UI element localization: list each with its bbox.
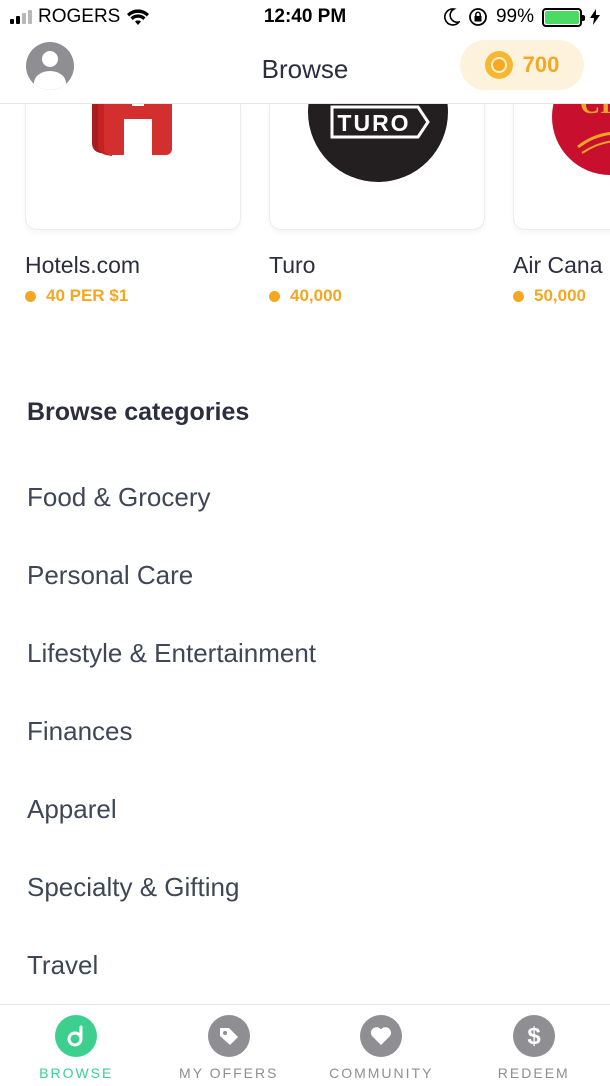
points-dot-icon (269, 290, 280, 302)
category-item-travel[interactable]: Travel (0, 926, 610, 1004)
partner-points-value: 40,000 (290, 286, 342, 305)
rotation-lock-icon (469, 8, 487, 26)
partner-points: 40 PER $1 (25, 286, 128, 306)
points-balance: 700 (522, 52, 560, 77)
points-balance-button[interactable]: 700 (460, 40, 584, 90)
status-bar: ROGERS 12:40 PM 99% (0, 0, 610, 34)
tab-label: BROWSE (39, 1065, 114, 1081)
tab-label: MY OFFERS (179, 1065, 279, 1081)
tab-redeem[interactable]: $ REDEEM (458, 1005, 610, 1086)
moon-icon (444, 8, 460, 26)
tab-community[interactable]: COMMUNITY (305, 1005, 458, 1086)
air-canada-logo-icon: CI (552, 104, 610, 175)
category-item-apparel[interactable]: Apparel (0, 770, 610, 848)
category-list: Food & Grocery Personal Care Lifestyle &… (0, 458, 610, 1004)
tab-my-offers[interactable]: MY OFFERS (153, 1005, 306, 1086)
dollar-icon: $ (512, 1015, 555, 1057)
points-dot-icon (25, 290, 36, 302)
tab-label: REDEEM (497, 1065, 570, 1081)
partner-name: Hotels.com (25, 252, 141, 278)
partner-card-air-canada[interactable]: CI (513, 104, 610, 230)
battery-icon (542, 7, 585, 27)
turo-logo-icon: TURO (308, 104, 448, 182)
points-dot-icon (513, 290, 524, 302)
heart-icon (360, 1015, 403, 1057)
tab-label: COMMUNITY (329, 1065, 434, 1081)
partner-points-value: 40 PER $1 (46, 286, 129, 305)
partner-name: Air Cana (513, 252, 603, 278)
partner-carousel[interactable]: Hotels.com 40 PER $1 TURO Turo 40,000 CI… (0, 104, 610, 314)
tag-icon (207, 1015, 250, 1057)
category-item-lifestyle-entertainment[interactable]: Lifestyle & Entertainment (0, 614, 610, 692)
partner-points: 50,000 (513, 286, 586, 306)
category-item-specialty-gifting[interactable]: Specialty & Gifting (0, 848, 610, 926)
hotels-logo-icon (92, 104, 172, 156)
drop-logo-icon (55, 1015, 98, 1057)
tab-browse[interactable]: BROWSE (0, 1005, 153, 1086)
category-item-finances[interactable]: Finances (0, 692, 610, 770)
turo-logo-text: TURO (337, 110, 410, 136)
partner-name: Turo (269, 252, 316, 278)
tab-bar: BROWSE MY OFFERS COMMUNITY $ REDEEM (0, 1004, 610, 1086)
status-right: 99% (444, 6, 600, 28)
categories-title: Browse categories (27, 398, 250, 426)
header: Browse 700 (0, 34, 610, 104)
partner-card-hotels[interactable] (25, 104, 241, 230)
coin-icon (484, 51, 513, 79)
battery-percent: 99% (495, 6, 534, 27)
partner-points: 40,000 (269, 286, 342, 306)
partner-points-value: 50,000 (534, 286, 586, 305)
charging-bolt-icon (590, 9, 600, 25)
air-canada-logo-text: CI (580, 104, 610, 120)
svg-text:$: $ (527, 1023, 541, 1049)
partner-card-turo[interactable]: TURO (269, 104, 485, 230)
category-item-personal-care[interactable]: Personal Care (0, 536, 610, 614)
category-item-food-grocery[interactable]: Food & Grocery (0, 458, 610, 536)
